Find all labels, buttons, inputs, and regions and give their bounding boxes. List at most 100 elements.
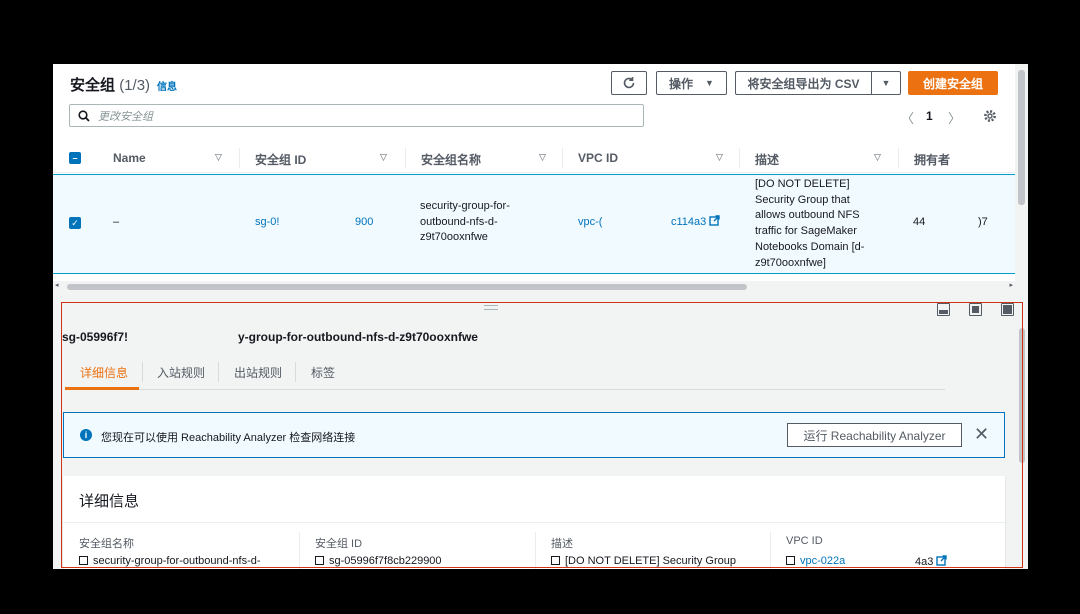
gear-icon[interactable]: [983, 109, 997, 123]
row-sg-id-link-tail[interactable]: 900: [355, 215, 373, 231]
column-owner[interactable]: 拥有者: [914, 151, 950, 168]
alert-text: 您现在可以使用 Reachability Analyzer 检查网络连接: [101, 432, 356, 444]
field-description-text: [DO NOT DELETE] Security Group: [565, 555, 736, 567]
tab-details[interactable]: 详细信息: [80, 364, 128, 381]
divider: [63, 522, 1005, 523]
actions-button[interactable]: 操作 ▼: [656, 71, 727, 95]
active-tab-indicator: [65, 387, 139, 390]
field-vpc-id-link-tail[interactable]: 4a3: [915, 555, 948, 568]
resize-handle-icon[interactable]: [484, 305, 498, 310]
external-link-icon: [709, 215, 721, 226]
row-sg-id-link[interactable]: sg-0!: [255, 215, 279, 231]
tab-inbound-rules[interactable]: 入站规则: [157, 364, 205, 381]
scrollbar-thumb[interactable]: [1019, 328, 1025, 463]
prev-page-icon[interactable]: 〈: [901, 108, 914, 127]
select-all-checkbox[interactable]: –: [69, 152, 81, 164]
alert-button-label: 运行 Reachability Analyzer: [803, 428, 946, 443]
copy-icon[interactable]: [551, 556, 560, 565]
create-security-group-button[interactable]: 创建安全组: [908, 71, 998, 95]
split-side-icon[interactable]: [969, 303, 982, 316]
row-sg-name-line: z9t70ooxnfwe: [420, 231, 488, 244]
column-sg-name[interactable]: 安全组名称: [421, 151, 481, 168]
external-link-icon: [936, 555, 948, 566]
tab-divider: [218, 362, 219, 382]
search-input[interactable]: 更改安全组: [69, 104, 644, 127]
close-icon[interactable]: ✕: [974, 424, 989, 445]
tab-divider: [295, 362, 296, 382]
copy-icon[interactable]: [79, 556, 88, 565]
field-description-label: 描述: [551, 538, 573, 550]
tab-tags[interactable]: 标签: [311, 364, 335, 381]
detail-vertical-scrollbar[interactable]: [1018, 328, 1026, 568]
scroll-left-icon[interactable]: ◂: [55, 281, 59, 289]
split-bottom-icon[interactable]: [937, 303, 950, 316]
row-checkbox[interactable]: ✓: [69, 217, 81, 229]
column-divider: [770, 532, 771, 569]
row-description-line: allows outbound NFS: [755, 209, 860, 222]
scroll-right-icon[interactable]: ▸: [1009, 281, 1013, 289]
column-divider: [739, 148, 740, 168]
field-sg-id-label: 安全组 ID: [315, 538, 363, 550]
field-sg-name-value: security-group-for-outbound-nfs-d-: [79, 555, 261, 567]
caret-down-icon: ▼: [881, 78, 891, 88]
row-name: –: [113, 216, 120, 228]
search-placeholder: 更改安全组: [98, 110, 153, 123]
table-row[interactable]: ✓ – sg-0! 900 security-group-for- outbou…: [53, 174, 1015, 274]
export-dropdown-button[interactable]: ▼: [871, 71, 901, 95]
info-link[interactable]: 信息: [157, 78, 177, 93]
copy-icon[interactable]: [315, 556, 324, 565]
sort-icon[interactable]: ▽: [716, 152, 723, 163]
column-divider: [299, 532, 300, 569]
field-sg-name-label: 安全组名称: [79, 538, 134, 550]
row-description-line: traffic for SageMaker: [755, 225, 857, 238]
row-vpc-link[interactable]: vpc-(: [578, 215, 602, 231]
row-sg-name-line: security-group-for-: [420, 200, 510, 212]
scrollbar-thumb[interactable]: [1018, 70, 1025, 205]
row-owner: 44: [913, 216, 926, 228]
detail-sg-id-title: sg-05996f7!: [62, 330, 129, 344]
column-description[interactable]: 描述: [755, 151, 779, 168]
sort-icon[interactable]: ▽: [215, 152, 222, 163]
horizontal-scrollbar[interactable]: ◂ ▸: [53, 281, 1015, 293]
row-sg-name: security-group-for- outbound-nfs-d- z9t7…: [420, 199, 510, 246]
details-card: 详细信息 安全组名称 security-group-for-outbound-n…: [63, 476, 1005, 569]
run-reachability-analyzer-button[interactable]: 运行 Reachability Analyzer: [787, 423, 962, 447]
title-text: 安全组: [70, 77, 116, 94]
field-vpc-id-link[interactable]: vpc-022a: [800, 555, 845, 567]
sort-icon[interactable]: ▽: [380, 152, 387, 163]
row-description-line: [DO NOT DELETE]: [755, 178, 850, 190]
scrollbar-thumb[interactable]: [67, 284, 747, 290]
refresh-button[interactable]: [611, 71, 647, 95]
info-icon: i: [80, 429, 92, 441]
sort-icon[interactable]: ▽: [874, 152, 881, 163]
row-owner-tail: )7: [978, 216, 988, 228]
row-sg-name-line: outbound-nfs-d-: [420, 215, 498, 228]
split-detail-panel: sg-05996f7! y-group-for-outbound-nfs-d-z…: [53, 293, 1028, 569]
page-number[interactable]: 1: [926, 109, 933, 123]
vertical-scrollbar[interactable]: [1015, 64, 1028, 293]
field-sg-id-value: sg-05996f7f8cb229900: [315, 555, 442, 567]
sort-icon[interactable]: ▽: [539, 152, 546, 163]
column-divider: [405, 148, 406, 168]
details-card-title: 详细信息: [79, 493, 140, 510]
ec2-console-window: 安全组 (1/3) 信息 操作 ▼ 将安全组导出为 CSV ▼ 创建安全组 更改…: [53, 64, 1028, 569]
copy-icon[interactable]: [786, 556, 795, 565]
detail-sg-name-title: y-group-for-outbound-nfs-d-z9t70ooxnfwe: [238, 330, 478, 344]
refresh-icon: [623, 77, 635, 89]
search-icon: [78, 109, 90, 122]
export-csv-button[interactable]: 将安全组导出为 CSV: [735, 71, 872, 95]
column-sg-id[interactable]: 安全组 ID: [255, 151, 306, 168]
maximize-icon[interactable]: [1001, 303, 1014, 316]
next-page-icon[interactable]: 〉: [948, 108, 961, 127]
info-alert: i 您现在可以使用 Reachability Analyzer 检查网络连接 运…: [63, 412, 1005, 458]
field-sg-id-text: sg-05996f7f8cb229900: [329, 555, 442, 567]
field-description-value: [DO NOT DELETE] Security Group: [551, 555, 736, 567]
field-vpc-tail-text: 4a3: [915, 556, 934, 568]
column-name[interactable]: Name: [113, 151, 146, 165]
column-vpc-id[interactable]: VPC ID: [578, 151, 618, 165]
column-divider: [535, 532, 536, 569]
field-vpc-id-label: VPC ID: [786, 535, 823, 547]
tab-outbound-rules[interactable]: 出站规则: [234, 364, 282, 381]
row-vpc-link-tail[interactable]: c114a3: [671, 215, 721, 231]
page-title: 安全组 (1/3): [70, 74, 150, 95]
